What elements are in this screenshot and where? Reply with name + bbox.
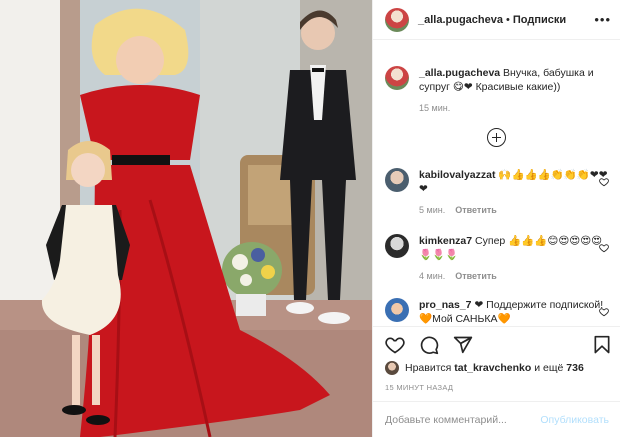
comment-item: kimkenza7 Супер 👍👍👍😊😍😍😍😍🌷🌷🌷 4 мин. Ответи… — [385, 234, 611, 281]
comment-item: kabilovalyazzat 🙌👍👍👍👏👏👏❤❤❤ 5 мин. Ответит… — [385, 168, 611, 215]
comment-avatar[interactable] — [385, 234, 409, 258]
like-heart-icon[interactable] — [385, 335, 405, 355]
comment-time[interactable]: 4 мин. — [419, 271, 445, 281]
liker-username[interactable]: tat_kravchenko — [454, 362, 531, 374]
more-horizontal-icon[interactable]: ••• — [594, 12, 611, 27]
comment-username[interactable]: pro_nas_7 — [419, 299, 472, 311]
add-comment-bar: Опубликовать — [373, 401, 620, 437]
comment-username[interactable]: kimkenza7 — [419, 235, 472, 247]
comment-text: kabilovalyazzat 🙌👍👍👍👏👏👏❤❤❤ — [419, 168, 611, 196]
caption-text: _alla.pugacheva Внучка, бабушка и супруг… — [419, 66, 611, 94]
comment-bubble-icon[interactable] — [419, 335, 439, 355]
post-photo[interactable] — [0, 0, 372, 437]
comments-list: _alla.pugacheva Внучка, бабушка и супруг… — [373, 40, 620, 326]
follow-status-button[interactable]: Подписки — [513, 14, 566, 26]
like-comment-heart-icon[interactable] — [599, 307, 609, 317]
liker-avatar[interactable] — [385, 361, 399, 375]
post-actions: Нравится tat_kravchenko и ещё 736 15 МИН… — [373, 326, 620, 437]
caption-username[interactable]: _alla.pugacheva — [419, 67, 500, 79]
save-bookmark-button[interactable] — [592, 335, 612, 355]
comment-avatar[interactable] — [385, 168, 409, 192]
comment-input[interactable] — [385, 414, 535, 426]
reply-button[interactable]: Ответить — [455, 205, 497, 215]
likes-connector: и ещё — [534, 362, 564, 374]
caption-meta: 15 мин. — [419, 103, 611, 113]
action-icons — [385, 335, 473, 355]
caption-author-avatar[interactable] — [385, 66, 409, 90]
post-side-panel: _alla.pugacheva • Подписки ••• _alla.pug… — [372, 0, 620, 437]
caption: _alla.pugacheva Внучка, бабушка и супруг… — [385, 66, 611, 113]
like-comment-heart-icon[interactable] — [599, 177, 609, 187]
reply-button[interactable]: Ответить — [455, 271, 497, 281]
post-header: _alla.pugacheva • Подписки ••• — [373, 0, 620, 40]
likes-prefix: Нравится — [405, 362, 452, 374]
likes-count[interactable]: 736 — [566, 362, 584, 374]
comment-meta: 4 мин. Ответить — [419, 271, 611, 281]
load-more-comments-icon[interactable] — [487, 128, 506, 147]
author-avatar[interactable] — [385, 7, 409, 32]
comment-avatar[interactable] — [385, 298, 409, 322]
like-comment-heart-icon[interactable] — [599, 243, 609, 253]
family-photo-illustration — [0, 0, 372, 437]
header-separator: • — [506, 13, 510, 26]
bookmark-icon[interactable] — [592, 335, 612, 355]
comment-meta: 5 мин. Ответить — [419, 205, 611, 215]
comment-item: pro_nas_7 ❤ Поддержите подпиской!🧡Мой СА… — [385, 298, 611, 326]
author-username[interactable]: _alla.pugacheva — [418, 14, 503, 26]
comment-time[interactable]: 5 мин. — [419, 205, 445, 215]
post-timestamp[interactable]: 15 МИНУТ НАЗАД — [385, 383, 453, 392]
comment-text: pro_nas_7 ❤ Поддержите подпиской!🧡Мой СА… — [419, 298, 611, 326]
caption-time[interactable]: 15 мин. — [419, 103, 450, 113]
comment-username[interactable]: kabilovalyazzat — [419, 169, 495, 181]
comment-text: kimkenza7 Супер 👍👍👍😊😍😍😍😍🌷🌷🌷 — [419, 234, 611, 262]
publish-button[interactable]: Опубликовать — [540, 414, 609, 426]
likes-summary: Нравится tat_kravchenko и ещё 736 — [385, 361, 584, 375]
share-paper-plane-icon[interactable] — [453, 335, 473, 355]
